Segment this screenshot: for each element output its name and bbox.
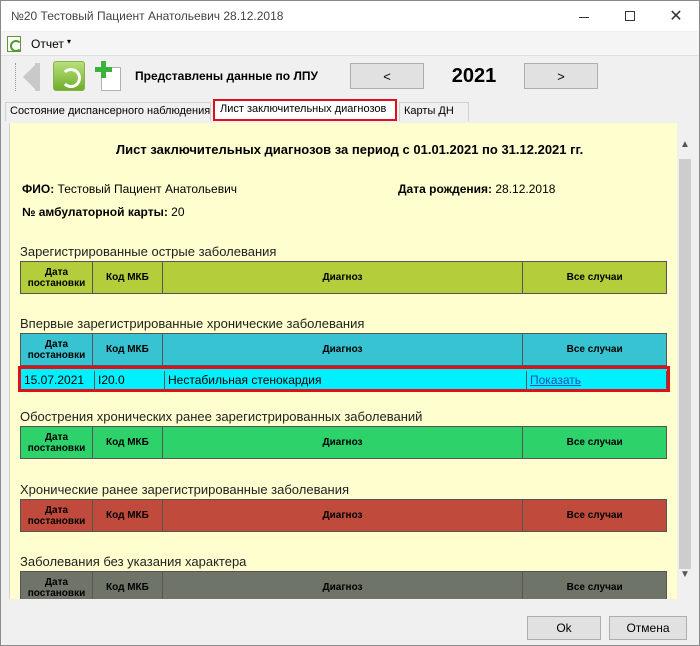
report-icon [7, 36, 22, 52]
table-exacerbations: Дата постановки Код МКБ Диагноз Все случ… [20, 426, 667, 459]
col-code: Код МКБ [91, 261, 163, 294]
dialog-window: №20 Тестовый Пациент Анатольевич 28.12.2… [0, 0, 700, 646]
maximize-icon[interactable] [607, 1, 653, 31]
dialog-footer: Ok Отмена [1, 601, 699, 645]
report-title: Лист заключительных диагнозов за период … [116, 142, 584, 157]
data-source-label: Представлены данные по ЛПУ [135, 69, 318, 83]
section-title-exacerbations: Обострения хронических ранее зарегистрир… [20, 409, 423, 424]
cancel-button[interactable]: Отмена [609, 616, 687, 640]
refresh-icon[interactable] [53, 61, 85, 91]
table-acute: Дата постановки Код МКБ Диагноз Все случ… [20, 261, 667, 294]
tab-final-diagnoses[interactable]: Лист заключительных диагнозов [213, 99, 397, 121]
menu-report[interactable]: Отчет [31, 37, 64, 51]
col-diagnosis: Диагноз [161, 426, 524, 459]
chevron-down-icon[interactable]: ▾ [67, 37, 71, 46]
add-document-icon[interactable] [95, 61, 125, 91]
tab-dn-cards[interactable]: Карты ДН [399, 102, 469, 121]
col-diagnosis: Диагноз [161, 333, 524, 366]
back-arrow-icon[interactable] [15, 61, 41, 91]
col-cases: Все случаи [522, 333, 667, 366]
fio-value: Тестовый Пациент Анатольевич [57, 182, 238, 196]
menu-bar: Отчет ▾ [1, 32, 699, 56]
birth-value: 28.12.2018 [495, 182, 556, 196]
col-diagnosis: Диагноз [161, 571, 524, 599]
birth-label: Дата рождения: [398, 182, 493, 196]
col-cases: Все случаи [522, 571, 667, 599]
section-title-chronic-new: Впервые зарегистрированные хронические з… [20, 316, 365, 331]
next-year-button[interactable]: > [524, 63, 598, 89]
table-unspecified: Дата постановки Код МКБ Диагноз Все случ… [20, 571, 667, 599]
table-row[interactable]: 15.07.2021 I20.0 Нестабильная стенокарди… [18, 366, 670, 392]
card-value: 20 [171, 205, 185, 219]
col-cases: Все случаи [522, 499, 667, 532]
col-diagnosis: Диагноз [161, 261, 524, 294]
col-cases: Все случаи [522, 261, 667, 294]
col-code: Код МКБ [91, 571, 163, 599]
section-title-chronic-prior: Хронические ранее зарегистрированные заб… [20, 482, 350, 497]
table-chronic-prior: Дата постановки Код МКБ Диагноз Все случ… [20, 499, 667, 532]
prev-year-button[interactable]: < [350, 63, 424, 89]
outpatient-card: № амбулаторной карты: 20 [22, 205, 185, 219]
scroll-down-icon[interactable]: ▼ [680, 569, 690, 580]
col-date: Дата постановки [20, 333, 93, 366]
section-title-unspecified: Заболевания без указания характера [20, 554, 247, 569]
col-date: Дата постановки [20, 571, 93, 599]
col-cases: Все случаи [522, 426, 667, 459]
col-code: Код МКБ [91, 333, 163, 366]
col-code: Код МКБ [91, 499, 163, 532]
col-date: Дата постановки [20, 499, 93, 532]
section-title-acute: Зарегистрированные острые заболевания [20, 244, 277, 259]
tab-bar: Состояние диспансерного наблюдения Лист … [1, 99, 699, 121]
tab-dispensary-state[interactable]: Состояние диспансерного наблюдения [5, 102, 211, 121]
row-code: I20.0 [95, 371, 165, 391]
minimize-icon[interactable] [561, 1, 607, 31]
fio-label: ФИО: [22, 182, 55, 196]
card-label: № амбулаторной карты: [22, 205, 168, 219]
patient-fio: ФИО: Тестовый Пациент Анатольевич [22, 182, 237, 196]
row-diagnosis: Нестабильная стенокардия [165, 371, 527, 391]
patient-birth-date: Дата рождения: 28.12.2018 [398, 182, 555, 196]
col-code: Код МКБ [91, 426, 163, 459]
col-diagnosis: Диагноз [161, 499, 524, 532]
close-icon[interactable]: ✕ [653, 1, 699, 31]
report-panel: Лист заключительных диагнозов за период … [9, 123, 677, 599]
col-date: Дата постановки [20, 261, 93, 294]
ok-button[interactable]: Ok [527, 616, 601, 640]
col-date: Дата постановки [20, 426, 93, 459]
toolbar: Представлены данные по ЛПУ < 2021 > [1, 57, 699, 97]
row-date: 15.07.2021 [21, 371, 95, 391]
year-display: 2021 [451, 64, 497, 87]
scroll-up-icon[interactable]: ▲ [680, 139, 690, 150]
window-title: №20 Тестовый Пациент Анатольевич 28.12.2… [11, 9, 284, 23]
show-cases-link[interactable]: Показать [527, 371, 667, 391]
vertical-scrollbar[interactable]: ▲ ▼ [677, 123, 693, 599]
title-bar: №20 Тестовый Пациент Анатольевич 28.12.2… [1, 1, 699, 31]
table-chronic-new: Дата постановки Код МКБ Диагноз Все случ… [20, 333, 667, 366]
scroll-thumb[interactable] [679, 159, 691, 569]
